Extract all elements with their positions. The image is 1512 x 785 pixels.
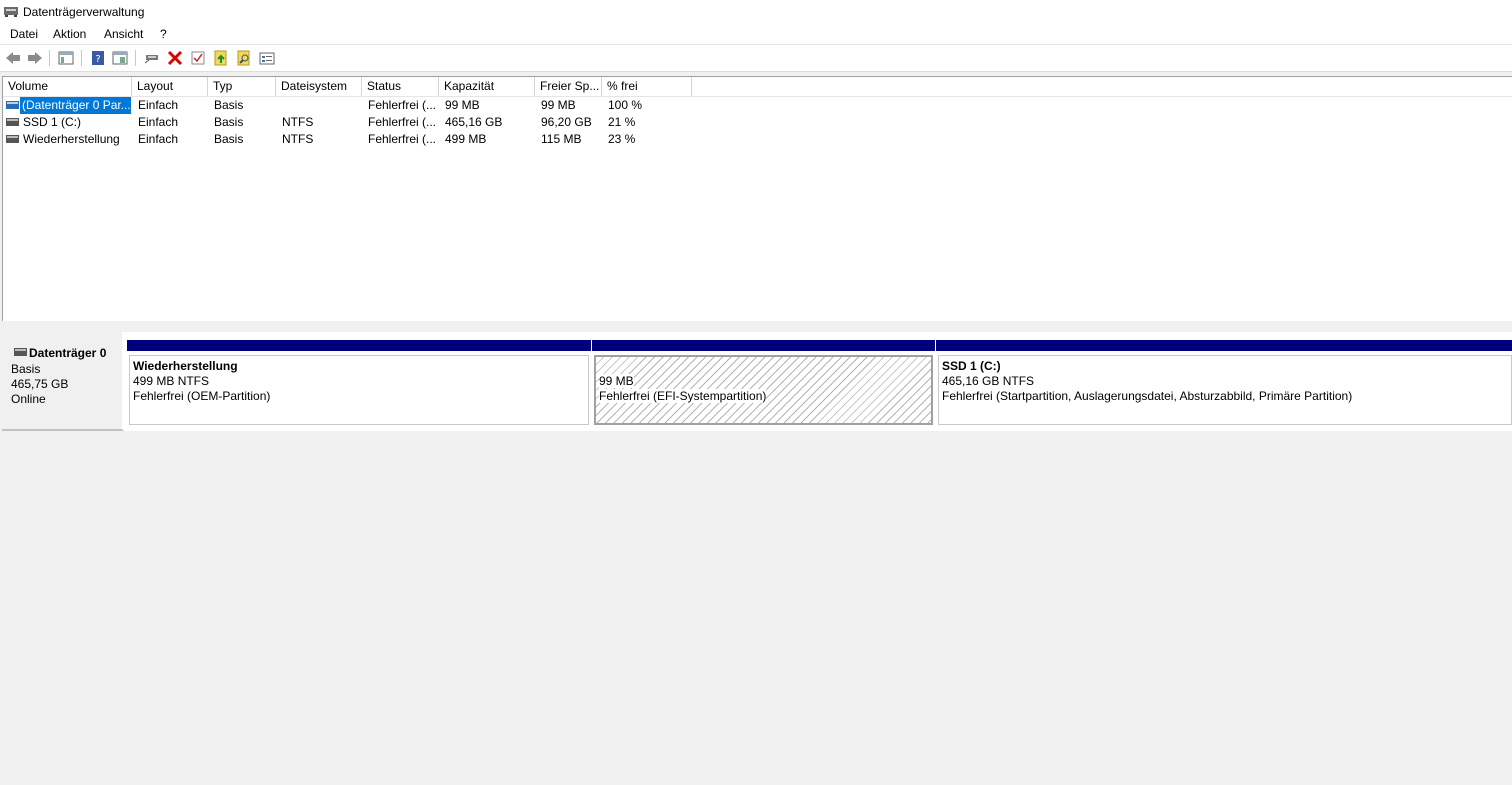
volume-layout: Einfach	[138, 115, 179, 129]
properties-icon[interactable]	[258, 49, 276, 67]
disk-label[interactable]: Datenträger 0 Basis 465,75 GB Online	[2, 332, 124, 431]
column-header-type[interactable]: Typ	[208, 77, 276, 96]
back-icon[interactable]	[4, 49, 22, 67]
partition-body: SSD 1 (C:) 465,16 GB NTFS Fehlerfrei (St…	[938, 355, 1512, 425]
import-icon[interactable]	[212, 49, 230, 67]
volume-free-space: 99 MB	[541, 98, 576, 112]
connect-drive-icon[interactable]	[143, 49, 161, 67]
volume-name: (Datenträger 0 Par...	[20, 97, 131, 114]
window-title: Datenträgerverwaltung	[23, 5, 145, 19]
disk-icon	[14, 348, 27, 356]
volume-free-space: 115 MB	[541, 132, 582, 146]
search-icon[interactable]	[235, 49, 253, 67]
volume-filesystem: NTFS	[282, 115, 314, 129]
volume-type: Basis	[214, 115, 244, 129]
delete-icon[interactable]	[166, 49, 184, 67]
partition-title: SSD 1 (C:)	[942, 359, 1001, 373]
volume-percent-free: 23 %	[608, 132, 636, 146]
column-header-status[interactable]: Status	[362, 77, 439, 96]
console-tree-icon[interactable]	[57, 49, 75, 67]
partition-size: 465,16 GB NTFS	[942, 374, 1035, 388]
partition-title: Wiederherstellung	[133, 359, 238, 373]
volume-capacity: 465,16 GB	[445, 115, 503, 129]
menu-bar: Datei Aktion Ansicht ?	[0, 23, 1512, 45]
volume-percent-free: 100 %	[608, 98, 643, 112]
disk-management-app-icon	[4, 7, 18, 17]
partition-bar	[936, 340, 1512, 351]
volume-filesystem: NTFS	[282, 132, 314, 146]
toolbar-separator	[49, 50, 50, 66]
column-header-capacity[interactable]: Kapazität	[439, 77, 535, 96]
toolbar-separator	[81, 50, 82, 66]
help-icon[interactable]: ?	[89, 49, 107, 67]
menu-action[interactable]: Aktion	[53, 27, 86, 41]
volume-capacity: 99 MB	[445, 98, 480, 112]
volume-capacity: 499 MB	[445, 132, 487, 146]
partition-status: Fehlerfrei (OEM-Partition)	[133, 389, 271, 403]
volume-icon	[6, 118, 19, 126]
toolbar: ?	[0, 45, 1512, 72]
volume-list: Volume Layout Typ Dateisystem Status Kap…	[2, 76, 1512, 322]
forward-icon[interactable]	[26, 49, 44, 67]
column-header-percent-free[interactable]: % frei	[602, 77, 692, 96]
partition-status: Fehlerfrei (Startpartition, Auslagerungs…	[942, 389, 1353, 403]
partition-status: Fehlerfrei (EFI-Systempartition)	[599, 389, 767, 403]
disk-name: Datenträger 0	[29, 346, 107, 360]
disk-type: Basis	[11, 362, 41, 376]
partition-size: 499 MB NTFS	[133, 374, 210, 388]
toolbar-separator	[135, 50, 136, 66]
volume-free-space: 96,20 GB	[541, 115, 592, 129]
menu-file[interactable]: Datei	[10, 27, 38, 41]
partition-recovery[interactable]: Wiederherstellung 499 MB NTFS Fehlerfrei…	[127, 340, 591, 430]
partition-efi[interactable]: 99 MB Fehlerfrei (EFI-Systempartition)	[592, 340, 935, 430]
partition-bar	[127, 340, 591, 351]
volume-status: Fehlerfrei (...	[368, 115, 437, 129]
partition-body-selected: 99 MB Fehlerfrei (EFI-Systempartition)	[594, 355, 933, 425]
volume-type: Basis	[214, 132, 244, 146]
check-icon[interactable]	[189, 49, 207, 67]
volume-icon	[6, 101, 19, 109]
column-header-volume[interactable]: Volume	[3, 77, 132, 96]
volume-layout: Einfach	[138, 132, 179, 146]
volume-layout: Einfach	[138, 98, 179, 112]
volume-status: Fehlerfrei (...	[368, 132, 437, 146]
column-header-filesystem[interactable]: Dateisystem	[276, 77, 362, 96]
partition-bar	[592, 340, 935, 351]
console-view-icon[interactable]	[111, 49, 129, 67]
column-header-free-space[interactable]: Freier Sp...	[535, 77, 602, 96]
partition-size: 99 MB	[599, 374, 634, 388]
disk-view: Datenträger 0 Basis 465,75 GB Online Wie…	[0, 327, 1512, 785]
disk-size: 465,75 GB	[11, 377, 69, 391]
svg-text:?: ?	[95, 54, 100, 65]
partition-ssd-c[interactable]: SSD 1 (C:) 465,16 GB NTFS Fehlerfrei (St…	[936, 340, 1512, 430]
volume-row[interactable]: SSD 1 (C:) Einfach Basis NTFS Fehlerfrei…	[3, 114, 1512, 131]
partition-body: Wiederherstellung 499 MB NTFS Fehlerfrei…	[129, 355, 589, 425]
volume-type: Basis	[214, 98, 244, 112]
title-bar: Datenträgerverwaltung	[0, 0, 1512, 23]
volume-row[interactable]: (Datenträger 0 Par... Einfach Basis Fehl…	[3, 97, 1512, 114]
volume-name: SSD 1 (C:)	[23, 115, 82, 129]
disk-state: Online	[11, 392, 46, 406]
volume-status: Fehlerfrei (...	[368, 98, 437, 112]
volume-percent-free: 21 %	[608, 115, 636, 129]
menu-help[interactable]: ?	[160, 27, 167, 41]
disk-row: Datenträger 0 Basis 465,75 GB Online Wie…	[2, 332, 1512, 431]
volume-name: Wiederherstellung	[23, 132, 120, 146]
volume-icon	[6, 135, 19, 143]
menu-view[interactable]: Ansicht	[104, 27, 143, 41]
column-header-layout[interactable]: Layout	[132, 77, 208, 96]
volume-row[interactable]: Wiederherstellung Einfach Basis NTFS Feh…	[3, 131, 1512, 148]
volume-list-header: Volume Layout Typ Dateisystem Status Kap…	[3, 77, 1512, 97]
